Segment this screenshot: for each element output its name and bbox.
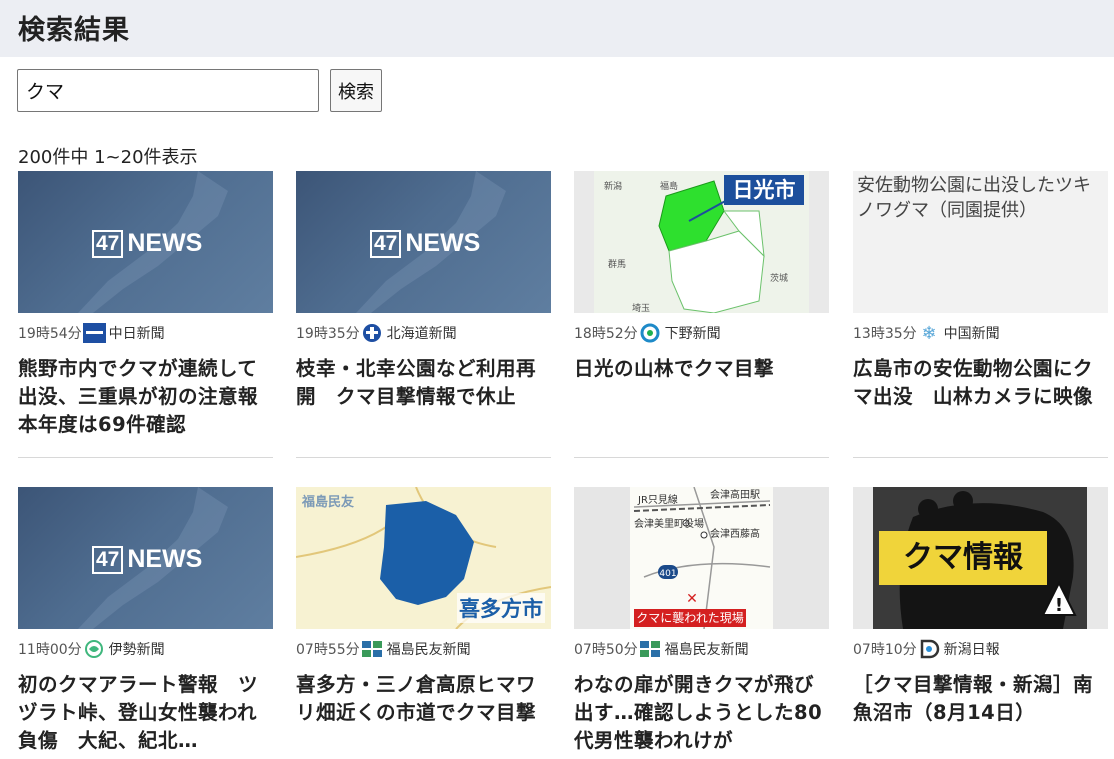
publish-time: 07時50分 [574,642,638,658]
article-meta: 07時50分 福島民友新聞 [574,639,829,659]
article-headline[interactable]: わなの扉が開きクマが飛び出す…確認しようとした80代男性襲われけが [574,671,829,755]
divider [18,457,273,458]
source-name: 福島民友新聞 [386,642,471,658]
svg-text:埼玉: 埼玉 [632,302,650,313]
result-count: 200件中 1~20件表示 [18,147,198,168]
page-title: 検索結果 [18,15,130,46]
article-meta: 18時52分 下野新聞 [574,323,829,343]
article-headline[interactable]: 枝幸・北幸公園など利用再開 クマ目撃情報で休止 [296,355,551,411]
result-card[interactable]: ! クマ情報 07時10分 新潟日報 ［クマ目撃情報・新潟］南魚沼市（8月14日… [853,487,1108,759]
bear-photo-background: ! クマ情報 [873,487,1087,629]
kitakata-label: 喜多方市 [457,593,545,623]
thumbnail-47news[interactable]: 47 NEWS [18,171,273,313]
nikko-label: 日光市 [724,175,804,205]
article-headline[interactable]: 広島市の安佐動物公園にクマ出没 山林カメラに映像 [853,355,1108,411]
result-card[interactable]: 47 NEWS 19時54分 中日新聞 熊野市内でクマが連続して出没、三重県が初の… [18,171,278,471]
article-headline[interactable]: ［クマ目撃情報・新潟］南魚沼市（8月14日） [853,671,1108,727]
divider [853,457,1108,458]
hokkaido-shimbun-logo-icon [361,323,384,343]
svg-text:!: ! [1055,595,1063,616]
fukushima-minyu-watermark: 福島民友 [302,495,355,510]
source-name: 中日新聞 [108,326,165,342]
thumbnail-bear-info[interactable]: ! クマ情報 [853,487,1108,629]
publish-time: 19時35分 [296,326,360,342]
article-meta: 07時55分 福島民友新聞 [296,639,551,659]
fukushima-minyu-logo-icon [639,639,662,659]
47news-logo: 47 NEWS [370,229,480,258]
article-meta: 13時35分 ❄ 中国新聞 [853,323,1108,344]
47news-logo: 47 NEWS [92,229,202,258]
publish-time: 19時54分 [18,326,82,342]
shimotsuke-logo-icon [639,323,662,343]
article-headline[interactable]: 初のクマアラート警報 ツヅラト峠、登山女性襲われ負傷 大紀、紀北… [18,671,273,755]
article-headline[interactable]: 日光の山林でクマ目撃 [574,355,829,383]
page-header: 検索結果 [0,0,1114,57]
result-card[interactable]: 安佐動物公園に出没したツキノワグマ（同園提供） 13時35分 ❄ 中国新聞 広島… [853,171,1108,471]
source-name: 下野新聞 [664,326,721,342]
thumbnail-tadami-map[interactable]: JR只見線 会津高田駅 会津美里町役場 会津西藤高 401 ✕ クマに襲われた現… [574,487,829,629]
article-meta: 07時10分 新潟日報 [853,639,1108,659]
niigata-nippo-logo-icon [918,639,941,659]
thumbnail-broken-image[interactable]: 安佐動物公園に出没したツキノワグマ（同園提供） [853,171,1108,313]
result-card[interactable]: JR只見線 会津高田駅 会津美里町役場 会津西藤高 401 ✕ クマに襲われた現… [574,487,829,759]
source-name: 新潟日報 [943,642,1000,658]
search-input[interactable] [17,69,319,112]
result-card[interactable]: 新潟 福島 群馬 茨城 埼玉 日光市 18時52分 下野新聞 日光の山林でクマ目… [574,171,829,471]
ise-shimbun-logo-icon [83,639,106,659]
chugoku-logo-icon: ❄ [918,323,941,344]
svg-text:会津高田駅: 会津高田駅 [710,488,760,501]
source-name: 福島民友新聞 [664,642,749,658]
result-card[interactable]: 47 NEWS 19時35分 北海道新聞 枝幸・北幸公園など利用再開 クマ目撃情報… [296,171,551,471]
article-headline[interactable]: 喜多方・三ノ倉高原ヒマワリ畑近くの市道でクマ目撃 [296,671,551,727]
article-meta: 11時00分 伊勢新聞 [18,639,273,659]
publish-time: 18時52分 [574,326,638,342]
svg-text:新潟: 新潟 [604,180,622,192]
svg-text:群馬: 群馬 [608,258,626,270]
publish-time: 07時55分 [296,642,360,658]
fukushima-minyu-logo-icon [361,639,384,659]
search-button[interactable]: 検索 [330,69,382,112]
svg-text:会津西藤高: 会津西藤高 [710,527,760,540]
thumbnail-kitakata-map[interactable]: 福島民友 喜多方市 [296,487,551,629]
svg-text:JR只見線: JR只見線 [637,493,678,506]
source-name: 北海道新聞 [386,326,457,342]
article-meta: 19時35分 北海道新聞 [296,323,551,343]
result-card[interactable]: 47 NEWS 11時00分 伊勢新聞 初のクマアラート警報 ツヅラト峠、登山女性… [18,487,273,759]
attack-site-label: クマに襲われた現場 [634,609,746,627]
svg-text:✕: ✕ [686,591,698,607]
source-name: 中国新聞 [943,326,1000,342]
article-headline[interactable]: 熊野市内でクマが連続して出没、三重県が初の注意報 本年度は69件確認 [18,355,278,439]
publish-time: 13時35分 [853,326,917,342]
svg-text:茨城: 茨城 [770,272,788,284]
svg-text:福島: 福島 [660,180,678,192]
thumbnail-47news[interactable]: 47 NEWS [18,487,273,629]
divider [574,457,829,458]
image-alt-text: 安佐動物公園に出没したツキノワグマ（同園提供） [853,171,1108,313]
article-meta: 19時54分 中日新聞 [18,323,273,343]
47news-logo: 47 NEWS [92,545,202,574]
source-name: 伊勢新聞 [108,642,165,658]
divider [296,457,551,458]
chunichi-logo-icon [82,323,106,343]
tadami-map-image: JR只見線 会津高田駅 会津美里町役場 会津西藤高 401 ✕ [630,487,773,629]
svg-text:会津美里町役場: 会津美里町役場 [634,517,704,530]
thumbnail-47news[interactable]: 47 NEWS [296,171,551,313]
bear-info-label: クマ情報 [879,531,1047,585]
publish-time: 11時00分 [18,642,82,658]
svg-text:❄: ❄ [921,323,936,343]
result-card[interactable]: 福島民友 喜多方市 07時55分 福島民友新聞 喜多方・三ノ倉高原ヒマワリ畑近く… [296,487,551,759]
svg-text:401: 401 [659,569,676,579]
publish-time: 07時10分 [853,642,917,658]
thumbnail-nikko-map[interactable]: 新潟 福島 群馬 茨城 埼玉 日光市 [574,171,829,313]
